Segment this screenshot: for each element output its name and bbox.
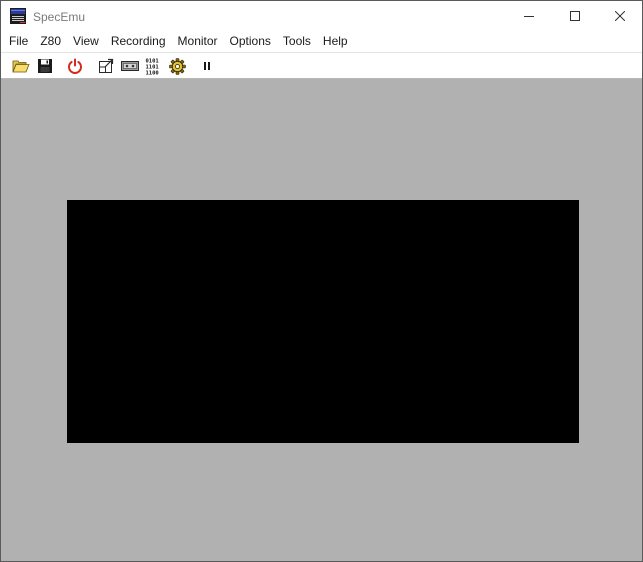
power-button[interactable] xyxy=(65,56,85,76)
binary-memory-icon: 0101 1101 1100 xyxy=(146,59,160,76)
close-button[interactable] xyxy=(597,1,642,31)
tape-cassette-icon xyxy=(121,61,139,71)
title-bar[interactable]: SpecEmu xyxy=(1,1,642,31)
menu-recording[interactable]: Recording xyxy=(105,31,172,51)
power-icon xyxy=(68,58,82,74)
menu-file[interactable]: File xyxy=(3,31,34,51)
pause-button[interactable] xyxy=(197,56,217,76)
menu-z80[interactable]: Z80 xyxy=(34,31,67,51)
open-button[interactable] xyxy=(11,56,31,76)
settings-button[interactable] xyxy=(167,56,187,76)
spectrum-app-icon xyxy=(10,8,26,24)
spectrum-display[interactable] xyxy=(67,200,579,443)
maximize-button[interactable] xyxy=(552,1,598,31)
menu-monitor[interactable]: Monitor xyxy=(172,31,224,51)
open-folder-icon xyxy=(12,60,30,73)
save-button[interactable] xyxy=(35,56,55,76)
memory-button[interactable]: 0101 1101 1100 xyxy=(144,56,164,76)
menu-bar: File Z80 View Recording Monitor Options … xyxy=(1,31,642,51)
menu-options[interactable]: Options xyxy=(224,31,277,51)
minimize-icon xyxy=(524,16,534,17)
app-window: SpecEmu File Z80 View Recording Monitor … xyxy=(0,0,643,562)
menu-view[interactable]: View xyxy=(67,31,105,51)
emulator-viewport[interactable] xyxy=(1,79,642,561)
toolbar: 0101 1101 1100 xyxy=(1,52,642,79)
svg-text:1100: 1100 xyxy=(146,71,159,76)
close-icon xyxy=(615,11,625,21)
pause-icon xyxy=(204,62,210,70)
window-title: SpecEmu xyxy=(33,10,86,24)
menu-tools[interactable]: Tools xyxy=(277,31,317,51)
window-resize-icon xyxy=(99,58,114,73)
minimize-button[interactable] xyxy=(506,1,552,31)
settings-gear-icon xyxy=(168,57,186,75)
maximize-icon xyxy=(570,11,580,21)
resize-window-button[interactable] xyxy=(96,56,116,76)
menu-help[interactable]: Help xyxy=(317,31,354,51)
save-disk-icon xyxy=(38,59,52,73)
tape-button[interactable] xyxy=(120,56,140,76)
